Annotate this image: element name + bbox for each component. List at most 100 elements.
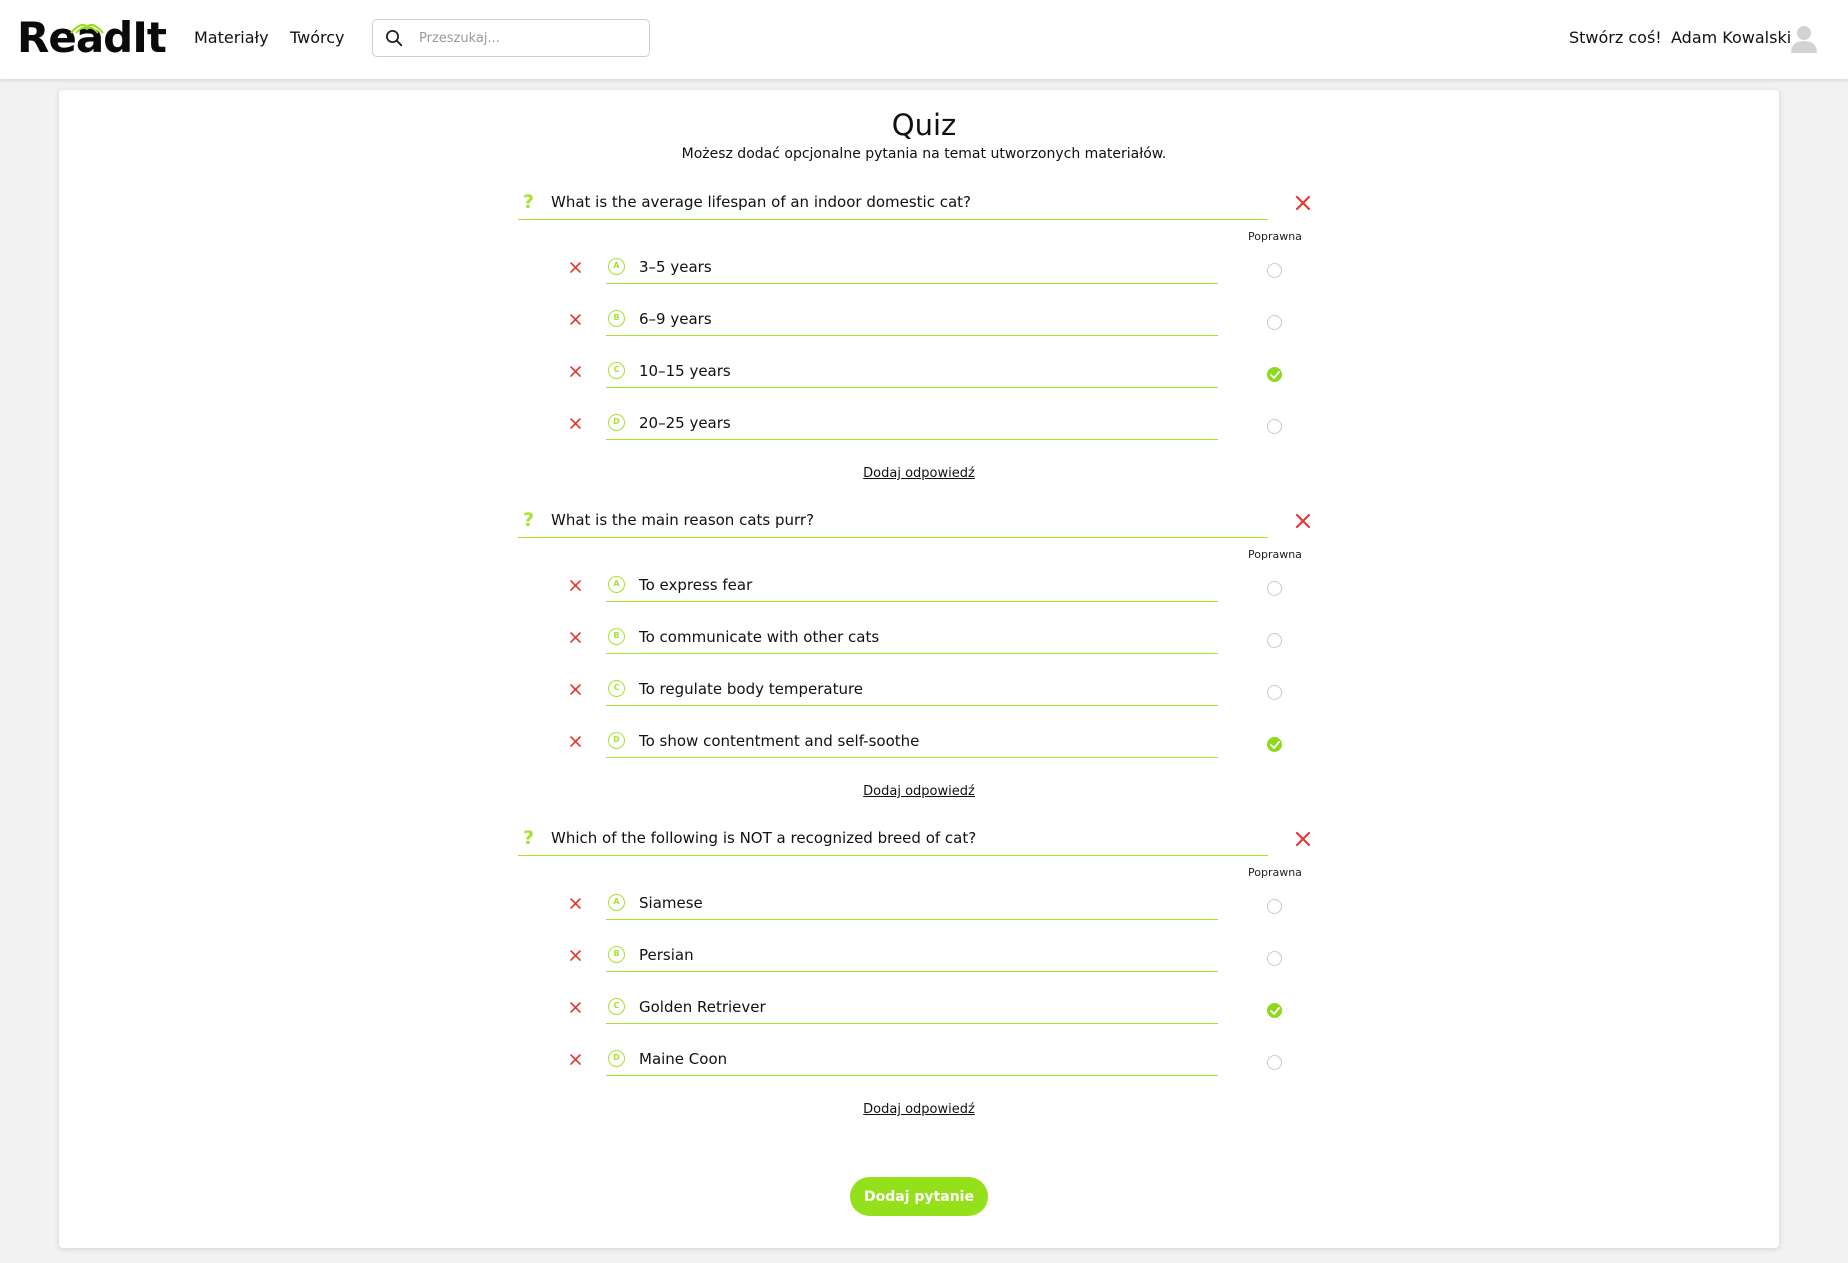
answer-underline xyxy=(606,653,1218,654)
answer-letter-badge: C xyxy=(608,680,625,697)
delete-answer-icon[interactable] xyxy=(569,579,582,592)
answer-row: B Persian xyxy=(0,945,1848,989)
delete-question-icon[interactable] xyxy=(1294,512,1312,530)
answer-letter-badge: A xyxy=(608,576,625,593)
create-link[interactable]: Stwórz coś! xyxy=(1569,27,1662,49)
answer-text[interactable]: To show contentment and self-soothe xyxy=(639,731,919,751)
answer-row: C 10–15 years xyxy=(0,361,1848,405)
question-underline xyxy=(518,219,1268,220)
correct-answer-checkbox[interactable] xyxy=(1267,367,1282,382)
answer-text[interactable]: 6–9 years xyxy=(639,309,712,329)
answer-letter-badge: B xyxy=(608,310,625,327)
add-question-button[interactable]: Dodaj pytanie xyxy=(850,1177,988,1216)
nav-link-creators[interactable]: Twórcy xyxy=(290,27,345,49)
search-icon xyxy=(386,30,403,47)
answer-text[interactable]: Persian xyxy=(639,945,694,965)
answer-underline xyxy=(606,335,1218,336)
answer-text[interactable]: To communicate with other cats xyxy=(639,627,879,647)
answer-text[interactable]: Maine Coon xyxy=(639,1049,727,1069)
search-box[interactable] xyxy=(372,19,650,57)
answer-underline xyxy=(606,601,1218,602)
question-mark-icon: ? xyxy=(523,827,535,849)
delete-answer-icon[interactable] xyxy=(569,897,582,910)
answer-underline xyxy=(606,387,1218,388)
question-mark-icon: ? xyxy=(523,191,535,213)
answer-letter-badge: C xyxy=(608,998,625,1015)
delete-answer-icon[interactable] xyxy=(569,735,582,748)
correct-answer-checkbox[interactable] xyxy=(1267,951,1282,966)
check-icon xyxy=(1270,1007,1280,1015)
answer-underline xyxy=(606,705,1218,706)
user-avatar-icon[interactable] xyxy=(1790,24,1818,54)
logo-leaf-icon xyxy=(70,23,104,34)
answer-row: D 20–25 years xyxy=(0,413,1848,457)
correct-answer-checkbox[interactable] xyxy=(1267,899,1282,914)
correct-answer-checkbox[interactable] xyxy=(1267,263,1282,278)
question-text[interactable]: Which of the following is NOT a recogniz… xyxy=(551,828,976,848)
add-answer-link[interactable]: Dodaj odpowiedź xyxy=(0,466,1838,482)
answer-letter-badge: D xyxy=(608,1050,625,1067)
answer-row: C To regulate body temperature xyxy=(0,679,1848,723)
delete-answer-icon[interactable] xyxy=(569,631,582,644)
nav-link-materials[interactable]: Materiały xyxy=(194,27,269,49)
question-text[interactable]: What is the average lifespan of an indoo… xyxy=(551,192,971,212)
answer-underline xyxy=(606,283,1218,284)
answer-row: A To express fear xyxy=(0,575,1848,619)
answer-row: A 3–5 years xyxy=(0,257,1848,301)
answer-row: D Maine Coon xyxy=(0,1049,1848,1093)
search-input[interactable] xyxy=(419,28,639,48)
answer-row: C Golden Retriever xyxy=(0,997,1848,1041)
correct-column-label: Poprawna xyxy=(1248,230,1302,243)
correct-answer-checkbox[interactable] xyxy=(1267,419,1282,434)
correct-answer-checkbox[interactable] xyxy=(1267,737,1282,752)
page-subtitle: Możesz dodać opcjonalne pytania na temat… xyxy=(681,146,1167,162)
answer-letter-badge: D xyxy=(608,414,625,431)
delete-answer-icon[interactable] xyxy=(569,365,582,378)
answer-text[interactable]: 20–25 years xyxy=(639,413,731,433)
delete-answer-icon[interactable] xyxy=(569,683,582,696)
add-answer-link[interactable]: Dodaj odpowiedź xyxy=(0,784,1838,800)
answer-underline xyxy=(606,1023,1218,1024)
delete-answer-icon[interactable] xyxy=(569,261,582,274)
answer-row: B To communicate with other cats xyxy=(0,627,1848,671)
answer-letter-badge: C xyxy=(608,362,625,379)
answer-text[interactable]: 10–15 years xyxy=(639,361,731,381)
answer-underline xyxy=(606,971,1218,972)
correct-answer-checkbox[interactable] xyxy=(1267,1055,1282,1070)
question-text[interactable]: What is the main reason cats purr? xyxy=(551,510,814,530)
answer-letter-badge: A xyxy=(608,894,625,911)
navbar: ReadIt Materiały Twórcy Stwórz coś! Adam… xyxy=(0,0,1848,79)
answer-underline xyxy=(606,757,1218,758)
correct-column-label: Poprawna xyxy=(1248,866,1302,879)
correct-column-label: Poprawna xyxy=(1248,548,1302,561)
answer-row: D To show contentment and self-soothe xyxy=(0,731,1848,775)
correct-answer-checkbox[interactable] xyxy=(1267,1003,1282,1018)
check-icon xyxy=(1270,371,1280,379)
delete-answer-icon[interactable] xyxy=(569,313,582,326)
answer-text[interactable]: To regulate body temperature xyxy=(639,679,863,699)
answer-text[interactable]: To express fear xyxy=(639,575,752,595)
add-answer-link[interactable]: Dodaj odpowiedź xyxy=(0,1102,1838,1118)
delete-question-icon[interactable] xyxy=(1294,830,1312,848)
logo[interactable]: ReadIt xyxy=(17,16,167,60)
answer-text[interactable]: Golden Retriever xyxy=(639,997,766,1017)
delete-question-icon[interactable] xyxy=(1294,194,1312,212)
correct-answer-checkbox[interactable] xyxy=(1267,581,1282,596)
question-block: ? What is the main reason cats purr? Pop… xyxy=(0,508,1848,808)
answer-letter-badge: A xyxy=(608,258,625,275)
check-icon xyxy=(1270,741,1280,749)
answer-row: B 6–9 years xyxy=(0,309,1848,353)
delete-answer-icon[interactable] xyxy=(569,1053,582,1066)
correct-answer-checkbox[interactable] xyxy=(1267,315,1282,330)
user-name[interactable]: Adam Kowalski xyxy=(1671,27,1791,49)
answer-text[interactable]: 3–5 years xyxy=(639,257,712,277)
correct-answer-checkbox[interactable] xyxy=(1267,685,1282,700)
correct-answer-checkbox[interactable] xyxy=(1267,633,1282,648)
delete-answer-icon[interactable] xyxy=(569,949,582,962)
delete-answer-icon[interactable] xyxy=(569,417,582,430)
answer-letter-badge: D xyxy=(608,732,625,749)
answer-text[interactable]: Siamese xyxy=(639,893,703,913)
answer-letter-badge: B xyxy=(608,628,625,645)
delete-answer-icon[interactable] xyxy=(569,1001,582,1014)
question-block: ? Which of the following is NOT a recogn… xyxy=(0,826,1848,1126)
